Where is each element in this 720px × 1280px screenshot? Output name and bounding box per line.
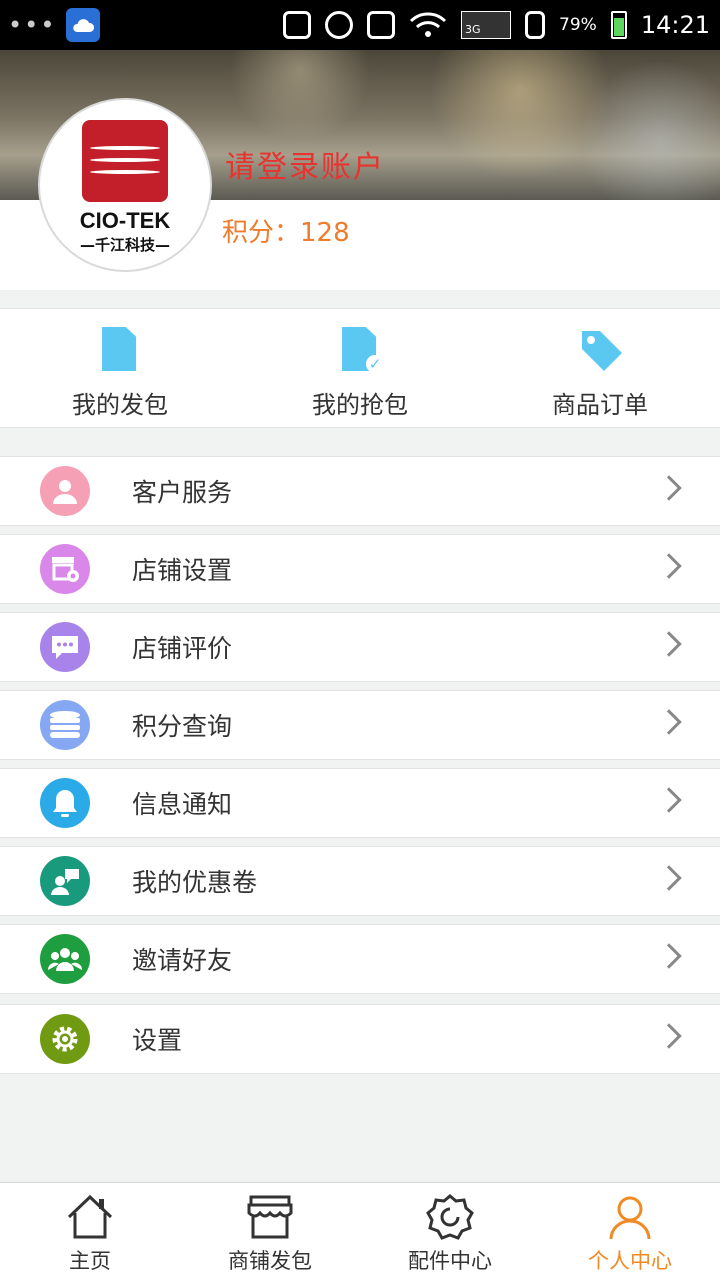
nav-home[interactable]: 主页 <box>0 1183 180 1280</box>
customer-service-icon <box>40 466 90 516</box>
points-stack-icon <box>40 700 90 750</box>
vibrate-icon <box>283 11 312 39</box>
quick-my-posts[interactable]: 我的发包 <box>0 309 240 427</box>
chevron-right-icon <box>656 631 682 657</box>
alarm-icon <box>325 11 354 39</box>
nav-label: 商铺发包 <box>228 1249 312 1273</box>
invite-friends-icon <box>40 934 90 984</box>
menu-store-reviews[interactable]: 店铺评价 <box>0 612 720 682</box>
chat-bubble-icon <box>40 622 90 672</box>
parts-gear-icon <box>426 1194 474 1240</box>
menu-label: 信息通知 <box>132 790 233 819</box>
menu-settings[interactable]: 设置 <box>0 1004 720 1074</box>
quick-my-grabs[interactable]: ✓ 我的抢包 <box>240 309 480 427</box>
menu-label: 邀请好友 <box>132 946 233 975</box>
sim-icon <box>525 11 546 39</box>
quick-label: 我的发包 <box>72 391 168 419</box>
bell-icon <box>40 778 90 828</box>
menu-store-settings[interactable]: 店铺设置 <box>0 534 720 604</box>
chevron-right-icon <box>656 475 682 501</box>
menu-label: 积分查询 <box>132 712 233 741</box>
quick-orders[interactable]: 商品订单 <box>480 309 720 427</box>
shop-icon <box>247 1195 293 1239</box>
nav-label: 主页 <box>69 1249 111 1273</box>
points-label: 积分： <box>222 218 301 248</box>
points-value: 128 <box>300 218 350 248</box>
gear-icon <box>40 1014 90 1064</box>
menu-points-query[interactable]: 积分查询 <box>0 690 720 760</box>
chevron-right-icon <box>656 709 682 735</box>
network-indicator: 3G <box>461 11 512 39</box>
nav-parts[interactable]: 配件中心 <box>360 1183 540 1280</box>
overflow-dots: ••• <box>8 11 57 39</box>
menu-notifications[interactable]: 信息通知 <box>0 768 720 838</box>
document-icon <box>98 327 142 373</box>
phone-icon <box>367 11 396 39</box>
menu-coupons[interactable]: 我的优惠卷 <box>0 846 720 916</box>
nav-shop[interactable]: 商铺发包 <box>180 1183 360 1280</box>
battery-icon <box>610 11 627 39</box>
nav-label: 个人中心 <box>588 1249 672 1273</box>
menu-label: 设置 <box>132 1026 183 1055</box>
logo-subtext: —千江科技— <box>79 236 170 254</box>
menu-customer-service[interactable]: 客户服务 <box>0 456 720 526</box>
clock: 14:21 <box>640 11 710 39</box>
avatar[interactable]: CIO-TEK —千江科技— <box>38 98 212 272</box>
tag-icon <box>578 327 622 373</box>
home-icon <box>67 1194 113 1239</box>
chevron-right-icon <box>656 1023 682 1049</box>
cloud-app-icon <box>66 8 101 42</box>
network-label: 3G <box>465 23 481 36</box>
points-display: 积分：128 <box>222 212 350 249</box>
coupon-icon <box>40 856 90 906</box>
chevron-right-icon <box>656 787 682 813</box>
company-logo <box>82 120 168 202</box>
chevron-right-icon <box>656 865 682 891</box>
nav-profile[interactable]: 个人中心 <box>540 1183 720 1280</box>
menu-label: 店铺评价 <box>132 634 233 663</box>
chevron-right-icon <box>656 943 682 969</box>
chevron-right-icon <box>656 553 682 579</box>
battery-percent: 79% <box>559 15 597 35</box>
status-bar: ••• 3G 79% 14:21 <box>0 0 720 50</box>
menu-invite-friends[interactable]: 邀请好友 <box>0 924 720 994</box>
quick-label: 我的抢包 <box>312 391 408 419</box>
quick-actions: 我的发包 ✓ 我的抢包 商品订单 <box>0 308 720 428</box>
nav-label: 配件中心 <box>408 1249 492 1273</box>
logo-text: CIO-TEK <box>79 208 171 233</box>
person-icon <box>609 1196 651 1240</box>
bottom-nav: 主页 商铺发包 配件中心 个人中心 <box>0 1182 720 1280</box>
menu-label: 店铺设置 <box>132 556 233 585</box>
menu-label: 我的优惠卷 <box>132 868 258 897</box>
store-settings-icon <box>40 544 90 594</box>
wifi-icon <box>409 12 447 37</box>
menu-label: 客户服务 <box>132 478 233 507</box>
login-prompt[interactable]: 请登录账户 <box>225 142 385 186</box>
document-check-icon: ✓ <box>338 327 384 373</box>
quick-label: 商品订单 <box>552 391 648 419</box>
